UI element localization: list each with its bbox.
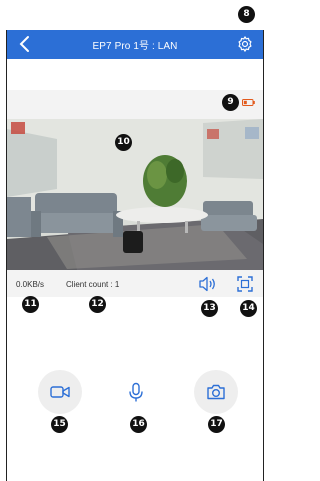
page-title: EP7 Pro 1号 : LAN bbox=[92, 41, 178, 52]
video-panel: 0.0KB/s Client count : 1 bbox=[7, 90, 263, 297]
callout-15: 15 bbox=[51, 416, 68, 433]
live-video-stream[interactable] bbox=[7, 119, 263, 270]
callout-14: 14 bbox=[240, 300, 257, 317]
settings-button[interactable] bbox=[236, 35, 254, 53]
top-navigation-bar: EP7 Pro 1号 : LAN bbox=[7, 30, 263, 59]
microphone-icon bbox=[129, 382, 143, 402]
record-button[interactable] bbox=[38, 370, 82, 414]
callout-13: 13 bbox=[201, 300, 218, 317]
fullscreen-button[interactable] bbox=[236, 275, 254, 293]
camera-icon bbox=[207, 384, 225, 400]
video-camera-icon bbox=[50, 386, 70, 398]
callout-11: 11 bbox=[22, 296, 39, 313]
microphone-button[interactable] bbox=[114, 370, 158, 414]
snapshot-button[interactable] bbox=[194, 370, 238, 414]
callout-8: 8 bbox=[238, 6, 255, 23]
stream-info-row: 0.0KB/s Client count : 1 bbox=[7, 270, 263, 300]
callout-12: 12 bbox=[89, 296, 106, 313]
callout-9: 9 bbox=[222, 94, 239, 111]
callout-17: 17 bbox=[208, 416, 225, 433]
callout-10: 10 bbox=[115, 134, 132, 151]
fullscreen-icon bbox=[237, 276, 253, 292]
chevron-left-icon bbox=[19, 36, 29, 52]
battery-low-icon bbox=[242, 99, 255, 106]
camera-feed-image bbox=[7, 119, 263, 270]
speaker-icon bbox=[199, 276, 215, 292]
callout-16: 16 bbox=[130, 416, 147, 433]
gear-icon bbox=[238, 36, 252, 52]
client-count-label: Client count : 1 bbox=[66, 280, 120, 289]
back-button[interactable] bbox=[17, 34, 33, 54]
bitrate-label: 0.0KB/s bbox=[16, 280, 45, 289]
speaker-button[interactable] bbox=[198, 275, 218, 293]
